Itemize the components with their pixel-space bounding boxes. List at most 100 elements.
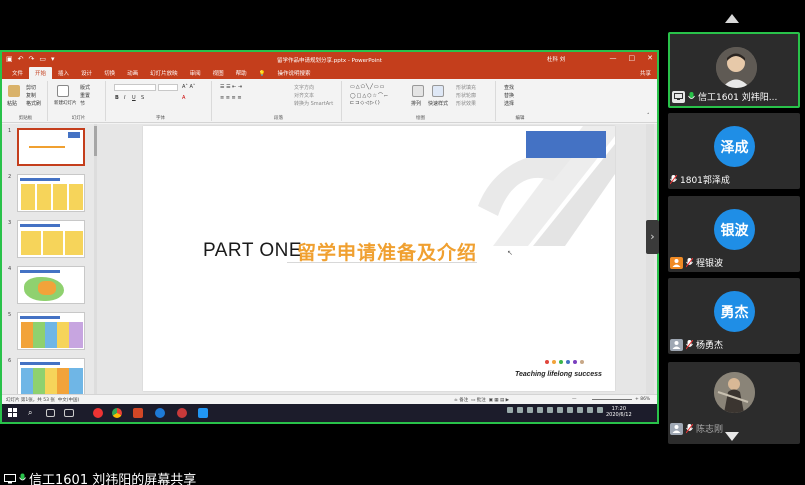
search-icon[interactable]: ⌕ <box>28 408 38 418</box>
tell-me-search[interactable]: 操作说明搜索 <box>272 69 317 79</box>
thumbnail-item[interactable]: 3 <box>2 218 97 258</box>
edge-icon[interactable] <box>155 408 165 418</box>
thumbnail-image[interactable] <box>17 128 85 166</box>
thumbnail-image[interactable] <box>17 358 85 396</box>
file-explorer-icon[interactable] <box>64 409 74 417</box>
close-button[interactable]: ✕ <box>647 54 653 62</box>
current-slide[interactable]: PART ONE 留学申请准备及介绍 Teaching lifelong suc… <box>143 126 615 391</box>
taskbar-clock[interactable]: 17:20 2020/6/12 <box>606 406 632 418</box>
arrange-icon[interactable] <box>412 85 424 97</box>
shadow-button[interactable]: S <box>141 95 144 101</box>
italic-button[interactable]: I <box>124 95 125 101</box>
tray-icon[interactable] <box>547 407 553 413</box>
shapes-gallery-row3[interactable]: ⊏⊐◇◁▷⟨⟩ <box>350 100 381 106</box>
tray-icon[interactable] <box>577 407 583 413</box>
editor-scrollbar[interactable] <box>646 124 654 394</box>
thumbnail-image[interactable] <box>17 266 85 304</box>
select-button[interactable]: 选择 <box>504 100 514 107</box>
font-color-button[interactable]: A <box>182 95 185 101</box>
tray-icon[interactable] <box>597 407 603 413</box>
section-button[interactable]: 节 <box>80 100 85 107</box>
tray-icon[interactable] <box>557 407 563 413</box>
shape-effects-button[interactable]: 形状效果 <box>456 100 476 107</box>
underline-button[interactable]: U <box>132 95 136 101</box>
copy-button[interactable]: 复制 <box>26 92 36 99</box>
thumbnail-image[interactable] <box>17 312 85 350</box>
tab-slideshow[interactable]: 幻灯片放映 <box>144 69 184 79</box>
tab-design[interactable]: 设计 <box>75 69 98 79</box>
zoom-out-icon[interactable]: — <box>572 397 577 402</box>
netease-icon[interactable] <box>93 408 103 418</box>
notes-comments[interactable]: ≐ 备注 ▭ 批注 ▣ ▦ ▤ ▶ <box>454 397 509 403</box>
app-icon[interactable] <box>177 408 187 418</box>
participant-tile[interactable]: 银波 程银波 <box>668 196 800 272</box>
tab-insert[interactable]: 插入 <box>52 69 75 79</box>
expand-panel-chevron-icon[interactable]: › <box>646 220 659 254</box>
tray-icon[interactable] <box>527 407 533 413</box>
participant-tile[interactable]: 勇杰 杨勇杰 <box>668 278 800 354</box>
tray-icon[interactable] <box>537 407 543 413</box>
zoom-slider[interactable] <box>592 399 632 400</box>
user-name[interactable]: 杜科 刘 <box>547 55 565 63</box>
quick-styles-icon[interactable] <box>432 85 444 97</box>
share-button[interactable]: 共享 <box>640 69 651 77</box>
thumbnail-image[interactable] <box>17 220 85 258</box>
thumbnail-item[interactable]: 6 <box>2 356 97 396</box>
cut-button[interactable]: 剪切 <box>26 84 36 91</box>
quick-styles-button[interactable]: 快速样式 <box>428 100 448 107</box>
font-name-dropdown[interactable] <box>114 84 156 91</box>
paste-button[interactable]: 粘贴 <box>7 100 17 107</box>
thumbnail-item[interactable]: 2 <box>2 172 97 212</box>
tab-review[interactable]: 审阅 <box>184 69 207 79</box>
bold-button[interactable]: B <box>115 95 119 101</box>
grow-font-icon[interactable]: A˄ A˅ <box>182 84 195 90</box>
scroll-up-icon[interactable] <box>725 14 739 23</box>
maximize-button[interactable]: □ <box>629 54 636 62</box>
paste-icon[interactable] <box>8 85 20 97</box>
arrange-button[interactable]: 排列 <box>411 100 421 107</box>
collapse-ribbon-icon[interactable]: ˄ <box>647 113 650 119</box>
tab-home[interactable]: 开始 <box>29 67 53 79</box>
find-button[interactable]: 查找 <box>504 84 514 91</box>
meeting-app-icon[interactable] <box>198 408 208 418</box>
font-size-dropdown[interactable] <box>158 84 178 91</box>
align-icon[interactable]: ≡ ≡ ≡ ≡ <box>220 95 242 101</box>
thumbnail-image[interactable] <box>17 174 85 212</box>
scroll-down-icon[interactable] <box>725 432 739 441</box>
reset-button[interactable]: 重置 <box>80 92 90 99</box>
convert-smartart-button[interactable]: 转换为 SmartArt <box>294 100 333 107</box>
replace-button[interactable]: 替换 <box>504 92 514 99</box>
align-text-button[interactable]: 对齐文本 <box>294 92 314 99</box>
tab-view[interactable]: 视图 <box>207 69 230 79</box>
new-slide-icon[interactable] <box>57 85 69 97</box>
tab-transitions[interactable]: 切换 <box>98 69 121 79</box>
shape-outline-button[interactable]: 形状轮廓 <box>456 92 476 99</box>
tray-icon[interactable] <box>517 407 523 413</box>
windows-start-icon[interactable] <box>8 408 18 418</box>
layout-button[interactable]: 版式 <box>80 84 90 91</box>
zoom-level[interactable]: + 86% <box>635 397 650 402</box>
chrome-icon[interactable] <box>112 408 122 418</box>
tab-file[interactable]: 文件 <box>6 69 29 79</box>
thumbnail-item[interactable]: 4 <box>2 264 97 304</box>
shape-fill-button[interactable]: 形状填充 <box>456 84 476 91</box>
format-painter-button[interactable]: 格式刷 <box>26 100 41 107</box>
bullets-icon[interactable]: ☰ ☰ ⇤ ⇥ <box>220 84 242 90</box>
tray-icon[interactable] <box>567 407 573 413</box>
minimize-button[interactable]: — <box>610 54 617 62</box>
tab-animations[interactable]: 动画 <box>121 69 144 79</box>
new-slide-button[interactable]: 新建幻灯片 <box>54 100 77 106</box>
tab-help[interactable]: 帮助 <box>230 69 253 79</box>
text-direction-button[interactable]: 文字方向 <box>294 84 314 91</box>
participant-tile[interactable]: 信工1601 刘祎阳... <box>668 32 800 108</box>
powerpoint-icon[interactable] <box>133 408 143 418</box>
thumbnail-item[interactable]: 1 <box>2 126 97 166</box>
system-tray[interactable] <box>507 407 603 413</box>
tray-icon[interactable] <box>587 407 593 413</box>
thumbnail-item[interactable]: 5 <box>2 310 97 350</box>
task-view-icon[interactable] <box>46 409 55 417</box>
shapes-gallery-row2[interactable]: ◯□△⬡☆⌒⌐ <box>350 92 389 99</box>
participant-tile[interactable]: 泽成 1801郭泽成 <box>668 113 800 189</box>
shapes-gallery[interactable]: ▭△⬠╲╱▭▭ <box>350 84 385 90</box>
tray-icon[interactable] <box>507 407 513 413</box>
